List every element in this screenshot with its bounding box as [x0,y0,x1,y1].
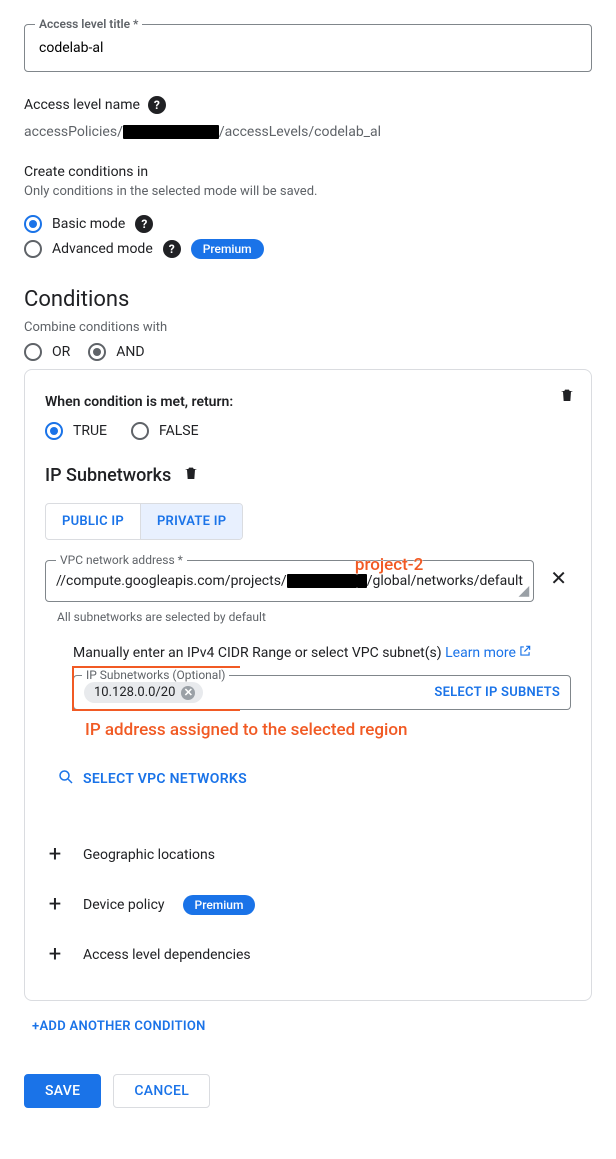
search-icon [57,768,75,790]
ip-type-tabs: PUBLIC IP PRIVATE IP [45,503,243,540]
vpc-address-field[interactable]: VPC network address * //compute.googleap… [45,560,534,602]
ip-subnetworks-heading: IP Subnetworks [45,464,571,487]
ip-subnetworks-field[interactable]: IP Subnetworks (Optional) 10.128.0.0/20 … [73,675,571,710]
plus-icon: + [45,894,65,916]
add-access-level-deps[interactable]: + Access level dependencies [45,930,571,980]
path-suffix: codelab_al [314,124,381,140]
resize-handle-icon[interactable]: ◢ [518,583,529,599]
learn-more-link[interactable]: Learn more [445,645,532,661]
combine-and-label: AND [116,344,144,360]
select-ip-subnets-button[interactable]: SELECT IP SUBNETS [434,685,560,700]
vpc-address-label: VPC network address * [56,553,187,567]
radio-unselected-icon [131,422,149,440]
basic-mode-label: Basic mode [52,216,125,232]
plus-icon: + [45,844,65,866]
remove-vpc-icon[interactable]: ✕ [546,560,571,590]
delete-condition-icon[interactable] [559,386,575,408]
return-true-label: TRUE [73,423,107,439]
device-policy-label: Device policy [83,897,165,913]
radio-unselected-icon [24,240,42,258]
help-icon[interactable]: ? [148,96,166,114]
help-icon[interactable]: ? [163,240,181,258]
path-mid: /accessLevels/ [219,124,314,140]
add-device-policy[interactable]: + Device policy Premium [45,880,571,930]
learn-more-text: Learn more [445,645,516,661]
create-conditions-label: Create conditions in [24,164,592,180]
ip-subnetworks-text: IP Subnetworks [45,465,171,486]
redacted-project [287,574,357,588]
access-level-name-label: Access level name ? [24,96,592,114]
path-prefix: accessPolicies/ [24,124,123,140]
add-geographic-locations[interactable]: + Geographic locations [45,830,571,880]
advanced-mode-option[interactable]: Advanced mode ? Premium [24,239,592,259]
manual-cidr-text: Manually enter an IPv4 CIDR Range or sel… [73,644,571,661]
combine-label: Combine conditions with [24,320,592,335]
condition-card: When condition is met, return: TRUE FALS… [24,369,592,1001]
radio-selected-icon [88,343,106,361]
help-icon[interactable]: ? [135,215,153,233]
combine-or-option[interactable]: OR [24,343,70,361]
access-level-name-text: Access level name [24,97,140,113]
private-ip-tab[interactable]: PRIVATE IP [140,504,242,539]
combine-and-option[interactable]: AND [88,343,144,361]
access-level-path: accessPolicies/ /accessLevels/ codelab_a… [24,124,592,140]
vpc-address-prefix: //compute.googleapis.com/projects/ [56,571,287,591]
access-level-title-label: Access level title * [35,17,142,31]
public-ip-tab[interactable]: PUBLIC IP [46,504,140,539]
basic-mode-option[interactable]: Basic mode ? [24,215,592,233]
annotation-ip-note: IP address assigned to the selected regi… [85,720,571,740]
access-level-title-field[interactable]: Access level title * [24,24,592,72]
redacted-project2 [357,574,367,588]
premium-badge: Premium [183,895,256,915]
return-true-option[interactable]: TRUE [45,422,107,440]
advanced-mode-label: Advanced mode [52,241,153,257]
subnet-chip-text: 10.128.0.0/20 [94,685,175,700]
radio-unselected-icon [24,343,42,361]
combine-or-label: OR [52,344,70,360]
subnet-chip: 10.128.0.0/20 ✕ [84,682,203,703]
save-button[interactable]: SAVE [24,1074,101,1108]
radio-selected-icon [24,215,42,233]
create-conditions-hint: Only conditions in the selected mode wil… [24,184,592,199]
access-deps-label: Access level dependencies [83,947,251,963]
add-another-condition-button[interactable]: +ADD ANOTHER CONDITION [32,1019,592,1034]
redacted-policy-id [123,125,219,139]
manual-cidr-prefix: Manually enter an IPv4 CIDR Range or sel… [73,645,445,661]
return-false-option[interactable]: FALSE [131,422,199,440]
ip-subnetworks-label: IP Subnetworks (Optional) [82,668,229,682]
return-false-label: FALSE [159,423,199,439]
external-link-icon [518,644,532,658]
delete-subnetworks-icon[interactable] [183,464,199,487]
radio-selected-icon [45,422,63,440]
when-return-label: When condition is met, return: [45,394,571,410]
vpc-hint: All subnetworks are selected by default [57,610,571,624]
plus-icon: + [45,944,65,966]
premium-badge: Premium [191,239,264,259]
remove-chip-icon[interactable]: ✕ [181,686,195,700]
conditions-heading: Conditions [24,287,592,312]
annotation-project: project-2 [355,555,423,575]
select-vpc-networks-button[interactable]: SELECT VPC NETWORKS [57,768,571,790]
select-vpc-text: SELECT VPC NETWORKS [83,771,247,787]
geo-locations-label: Geographic locations [83,847,215,863]
cancel-button[interactable]: CANCEL [113,1074,210,1108]
access-level-title-input[interactable] [37,39,579,57]
